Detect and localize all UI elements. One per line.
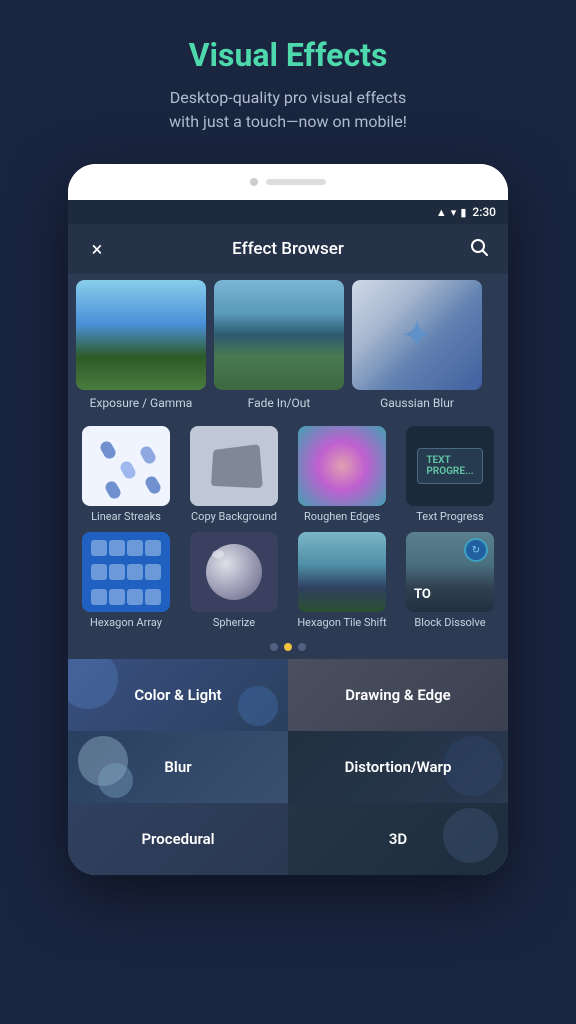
hex-dot <box>91 540 107 556</box>
blur-circle <box>443 808 498 863</box>
featured-card-fade[interactable]: Fade In/Out <box>214 280 344 412</box>
camera-dot <box>250 178 258 186</box>
blur-circle <box>443 736 503 796</box>
effect-linear-streaks[interactable]: Linear Streaks <box>76 426 176 524</box>
streak-dot <box>103 479 122 501</box>
pagination <box>68 635 508 659</box>
blur-circle <box>238 686 278 726</box>
streak-dot <box>143 474 162 496</box>
battery-icon: ▮ <box>460 206 466 219</box>
hex-dot <box>109 589 125 605</box>
effect-label-hexarray: Hexagon Array <box>90 616 162 630</box>
thumb-hex-tile <box>298 532 386 612</box>
streak-dot <box>138 444 157 466</box>
phone-mockup: ▲ ▾ ▮ 2:30 × Effect Browser <box>68 164 508 875</box>
streak-dot <box>118 459 137 481</box>
category-label-procedural: Procedural <box>141 830 214 848</box>
category-drawing-edge[interactable]: Drawing & Edge <box>288 659 508 731</box>
effect-label-roughen: Roughen Edges <box>304 510 380 524</box>
speaker-bar <box>266 179 326 185</box>
featured-card-gaussian[interactable]: ✦ Gaussian Blur <box>352 280 482 412</box>
effect-label-spherize: Spherize <box>213 616 255 630</box>
hex-dot <box>127 589 143 605</box>
nav-bar: × Effect Browser <box>68 224 508 274</box>
thumb-text-progress: TEXTPROGRE... <box>406 426 494 506</box>
effect-roughen-edges[interactable]: Roughen Edges <box>292 426 392 524</box>
hex-dot <box>91 589 107 605</box>
effect-hex-tile-shift[interactable]: Hexagon Tile Shift <box>292 532 392 630</box>
category-distortion[interactable]: Distortion/Warp <box>288 731 508 803</box>
search-button[interactable] <box>464 237 494 262</box>
star-icon: ✦ <box>400 312 434 359</box>
category-label-drawing: Drawing & Edge <box>345 686 450 704</box>
thumb-linear-streaks <box>82 426 170 506</box>
thumb-hexarray <box>82 532 170 612</box>
featured-row: Exposure / Gamma Fade In/Out ✦ Gaussian … <box>68 274 508 418</box>
category-label-color-light: Color & Light <box>134 686 221 704</box>
category-color-light[interactable]: Color & Light <box>68 659 288 731</box>
app-subtitle: Desktop-quality pro visual effectswith j… <box>40 86 536 134</box>
featured-label-gaussian: Gaussian Blur <box>352 394 482 412</box>
pagination-dot-3[interactable] <box>298 643 306 651</box>
text-progress-label: TEXTPROGRE... <box>426 455 473 477</box>
dissolve-to-label: TO <box>414 587 431 602</box>
effect-spherize[interactable]: Spherize <box>184 532 284 630</box>
text-progress-box: TEXTPROGRE... <box>417 448 482 484</box>
effect-label-copy-bg: Copy Background <box>191 510 277 524</box>
signal-icon: ▲ <box>436 206 447 219</box>
sphere-shape <box>206 544 262 600</box>
featured-label-exposure: Exposure / Gamma <box>76 394 206 412</box>
thumb-block-dissolve: ↻ TO <box>406 532 494 612</box>
category-label-3d: 3D <box>389 830 407 848</box>
app-header: Visual Effects Desktop-quality pro visua… <box>0 0 576 154</box>
pagination-dot-1[interactable] <box>270 643 278 651</box>
close-button[interactable]: × <box>82 237 112 261</box>
hex-dot <box>127 540 143 556</box>
hex-dot <box>145 540 161 556</box>
category-label-blur: Blur <box>164 758 191 776</box>
hex-dot <box>145 564 161 580</box>
status-bar: ▲ ▾ ▮ 2:30 <box>68 200 508 224</box>
blur-circle <box>68 659 118 709</box>
effect-block-dissolve[interactable]: ↻ TO Block Dissolve <box>400 532 500 630</box>
thumb-roughen <box>298 426 386 506</box>
pagination-dot-2[interactable] <box>284 643 292 651</box>
status-icons: ▲ ▾ ▮ <box>436 206 466 219</box>
category-3d[interactable]: 3D <box>288 803 508 875</box>
dissolve-icon: ↻ <box>464 538 488 562</box>
category-grid: Color & Light Drawing & Edge Blur Distor… <box>68 659 508 875</box>
copy-shape <box>211 444 263 488</box>
wifi-icon: ▾ <box>451 206 457 219</box>
hex-dot <box>91 564 107 580</box>
status-time: 2:30 <box>472 205 496 219</box>
hex-dot <box>109 564 125 580</box>
effects-grid: Linear Streaks Copy Background Roughen E… <box>68 418 508 635</box>
streak-dot <box>98 439 117 461</box>
blur-circle <box>98 763 133 798</box>
app-title: Visual Effects <box>40 36 536 74</box>
effect-label-hex-tile: Hexagon Tile Shift <box>297 616 386 630</box>
effect-label-linear-streaks: Linear Streaks <box>91 510 161 524</box>
effect-hexagon-array[interactable]: Hexagon Array <box>76 532 176 630</box>
effect-text-progress[interactable]: TEXTPROGRE... Text Progress <box>400 426 500 524</box>
effect-copy-background[interactable]: Copy Background <box>184 426 284 524</box>
category-blur[interactable]: Blur <box>68 731 288 803</box>
thumb-copy-bg <box>190 426 278 506</box>
featured-label-fade: Fade In/Out <box>214 394 344 412</box>
category-label-distortion: Distortion/Warp <box>345 758 452 776</box>
thumb-spherize <box>190 532 278 612</box>
featured-card-exposure[interactable]: Exposure / Gamma <box>76 280 206 412</box>
effect-label-block-dissolve: Block Dissolve <box>414 616 485 630</box>
nav-title: Effect Browser <box>112 239 464 259</box>
phone-bezel-top <box>68 164 508 200</box>
screen: ▲ ▾ ▮ 2:30 × Effect Browser <box>68 200 508 875</box>
streaks-decoration <box>82 426 170 506</box>
hex-dot <box>145 589 161 605</box>
effect-label-text-progress: Text Progress <box>416 510 483 524</box>
category-procedural[interactable]: Procedural <box>68 803 288 875</box>
hex-dot <box>109 540 125 556</box>
hex-dot <box>127 564 143 580</box>
